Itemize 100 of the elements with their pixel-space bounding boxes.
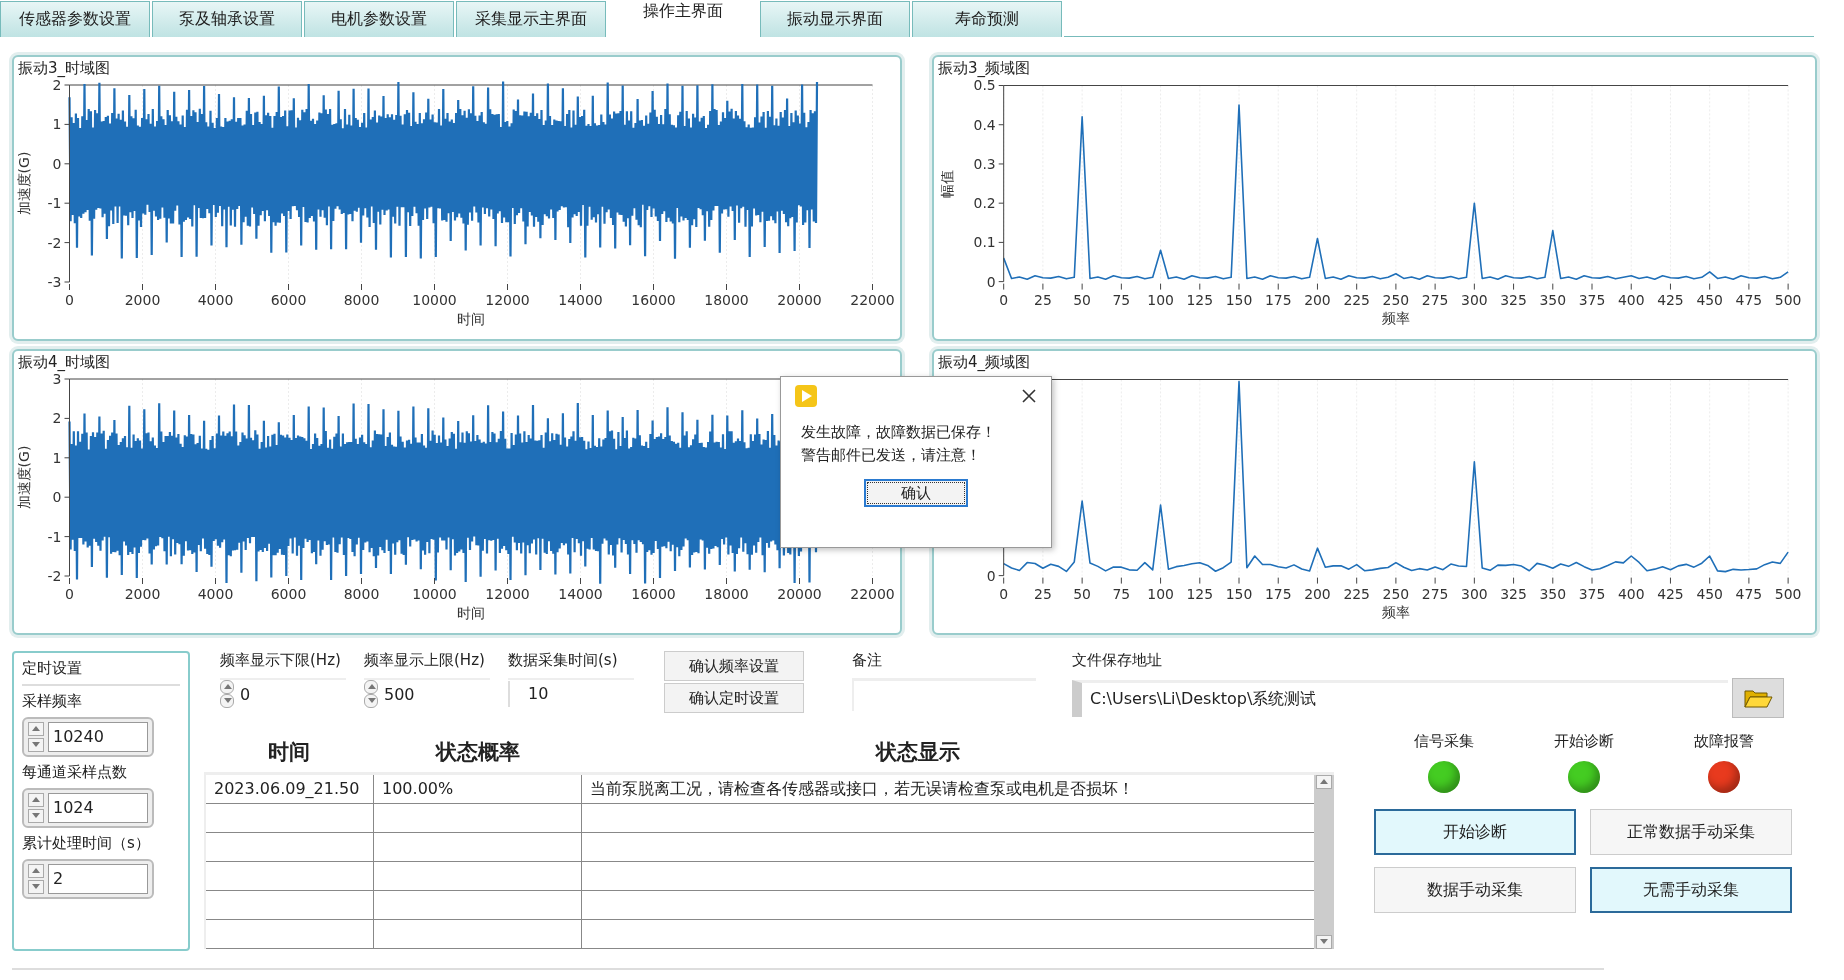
axis-tick-label: 500 xyxy=(1774,585,1802,602)
axis-tick-label: 0 xyxy=(52,489,62,506)
indicator-label: 信号采集 xyxy=(1414,732,1474,751)
axis-tick-label: -3 xyxy=(47,274,62,290)
axis-tick-label: 0 xyxy=(999,291,1009,308)
axis-tick-label: -1 xyxy=(47,528,62,545)
axis-tick-label: 0 xyxy=(52,155,62,172)
close-icon[interactable] xyxy=(1021,388,1037,404)
axis-tick-label: 0 xyxy=(65,586,74,602)
path-field[interactable]: C:\Users\Li\Desktop\系统测试 xyxy=(1072,679,1728,717)
tab[interactable]: 泵及轴承设置 xyxy=(152,1,302,37)
app-icon xyxy=(795,385,817,407)
axis-tick-label: 175 xyxy=(1264,291,1292,308)
numeric-control[interactable]: 1024 xyxy=(22,788,154,828)
axis-tick-label: 16000 xyxy=(631,292,676,308)
axis-tick-label: 200 xyxy=(1304,291,1331,308)
axis-tick-label: 300 xyxy=(1461,291,1488,308)
axis-tick-label: 1 xyxy=(52,116,62,133)
indicator-label: 故障报警 xyxy=(1694,732,1754,751)
axis-tick-label: 8000 xyxy=(343,292,380,308)
numeric-control[interactable]: 10240 xyxy=(22,717,154,757)
axis-tick-label: 150 xyxy=(1225,585,1253,602)
axis-title: 时间 xyxy=(457,311,485,327)
action-button[interactable]: 数据手动采集 xyxy=(1374,867,1576,913)
action-button[interactable]: 无需手动采集 xyxy=(1590,867,1792,913)
field-label: 累计处理时间（s） xyxy=(22,834,151,853)
confirm-button[interactable]: 确认 xyxy=(864,479,968,507)
axis-tick-label: 10000 xyxy=(412,292,457,308)
axis-tick-label: 16000 xyxy=(631,586,676,602)
axis-tick-label: 450 xyxy=(1696,585,1723,602)
axis-tick-label: 3 xyxy=(52,371,62,387)
axis-tick-label: 18000 xyxy=(704,586,749,602)
axis-tick-label: 100 xyxy=(1147,291,1174,308)
axis-tick-label: 300 xyxy=(1461,585,1488,602)
field-label: 每通道采样点数 xyxy=(22,763,128,782)
numeric-field[interactable]: 0 xyxy=(236,680,255,708)
axis-tick-label: 12000 xyxy=(485,586,530,602)
axis-tick-label: -2 xyxy=(47,568,62,584)
axis-tick-label: 250 xyxy=(1382,585,1410,602)
axis-tick-label: 475 xyxy=(1735,291,1763,308)
axis-tick-label: 14000 xyxy=(558,586,603,602)
chart-title: 振动3_频域图 xyxy=(938,59,1031,78)
axis-tick-label: 22000 xyxy=(850,586,895,602)
tab[interactable]: 寿命预测 xyxy=(912,1,1062,37)
tab[interactable]: 采集显示主界面 xyxy=(456,1,606,37)
axis-tick-label: 20000 xyxy=(777,292,822,308)
tab[interactable]: 传感器参数设置 xyxy=(0,1,150,37)
axis-tick-label: 14000 xyxy=(558,292,603,308)
axis-tick-label: 50 xyxy=(1073,585,1091,602)
spinner-icon[interactable] xyxy=(220,680,234,708)
axis-title: 频率 xyxy=(1381,604,1410,621)
axis-tick-label: 225 xyxy=(1343,585,1370,602)
axis-tick-label: 175 xyxy=(1264,585,1292,602)
config-button[interactable]: 确认频率设置 xyxy=(664,651,804,681)
axis-tick-label: 100 xyxy=(1147,585,1174,602)
axis-tick-label: 75 xyxy=(1112,585,1131,602)
axis-tick-label: 22000 xyxy=(850,292,895,308)
axis-tick-label: 125 xyxy=(1186,291,1214,308)
axis-tick-label: 2 xyxy=(52,410,62,427)
axis-tick-label: 350 xyxy=(1539,585,1567,602)
dialog-message: 警告邮件已发送，请注意！ xyxy=(801,446,982,465)
axis-tick-label: 150 xyxy=(1225,291,1253,308)
axis-tick-label: 6000 xyxy=(270,586,307,602)
axis-tick-label: 75 xyxy=(1112,291,1131,308)
numeric-control[interactable]: 2 xyxy=(22,859,154,899)
field-label: 数据采集时间(s) xyxy=(508,651,619,670)
action-button[interactable]: 正常数据手动采集 xyxy=(1590,809,1792,855)
axis-tick-label: 475 xyxy=(1735,585,1763,602)
axis-tick-label: 10000 xyxy=(412,586,457,602)
spinner-icon[interactable] xyxy=(364,680,378,708)
folder-icon xyxy=(1743,687,1773,709)
field-label: 采样频率 xyxy=(22,692,83,711)
tab[interactable]: 电机参数设置 xyxy=(304,1,454,37)
table-cell-text: 当前泵脱离工况，请检查各传感器或接口，若无误请检查泵或电机是否损坏！ xyxy=(589,778,1135,800)
axis-tick-label: 400 xyxy=(1617,291,1645,308)
axis-tick-label: 125 xyxy=(1186,585,1214,602)
axis-tick-label: -2 xyxy=(47,234,62,251)
axis-title: 加速度(G) xyxy=(15,151,32,216)
axis-tick-label: 4000 xyxy=(197,292,234,308)
config-button[interactable]: 确认定时设置 xyxy=(664,683,804,713)
tab[interactable]: 振动显示界面 xyxy=(760,1,910,37)
axis-tick-label: 350 xyxy=(1539,291,1567,308)
field-label: 文件保存地址 xyxy=(1072,651,1163,670)
scrollbar[interactable] xyxy=(1314,775,1334,949)
axis-tick-label: 0.4 xyxy=(973,116,996,133)
browse-button[interactable] xyxy=(1732,678,1784,718)
numeric-field[interactable]: 10 xyxy=(524,680,553,707)
axis-tick-label: 500 xyxy=(1774,291,1802,308)
axis-tick-label: 325 xyxy=(1500,585,1527,602)
column-header: 状态显示 xyxy=(874,739,961,766)
numeric-field[interactable]: 500 xyxy=(380,680,419,708)
axis-title: 幅值 xyxy=(938,169,955,198)
axis-tick-label: 325 xyxy=(1500,291,1527,308)
axis-tick-label: 12000 xyxy=(485,292,530,308)
axis-tick-label: 450 xyxy=(1696,291,1723,308)
axis-tick-label: 2000 xyxy=(124,292,161,308)
action-button[interactable]: 开始诊断 xyxy=(1374,809,1576,855)
axis-tick-label: 425 xyxy=(1657,291,1684,308)
axis-tick-label: 275 xyxy=(1421,585,1449,602)
axis-tick-label: 200 xyxy=(1304,585,1331,602)
